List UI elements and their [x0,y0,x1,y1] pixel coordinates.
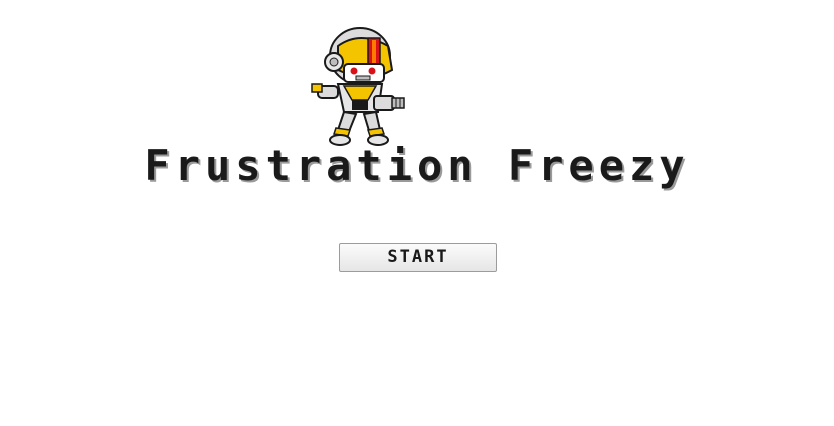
game-screen: Frustration Freezy START [0,0,834,426]
robot-character-icon [311,27,405,146]
game-title: Frustration Freezy [144,141,690,190]
start-button[interactable]: START [339,243,497,272]
